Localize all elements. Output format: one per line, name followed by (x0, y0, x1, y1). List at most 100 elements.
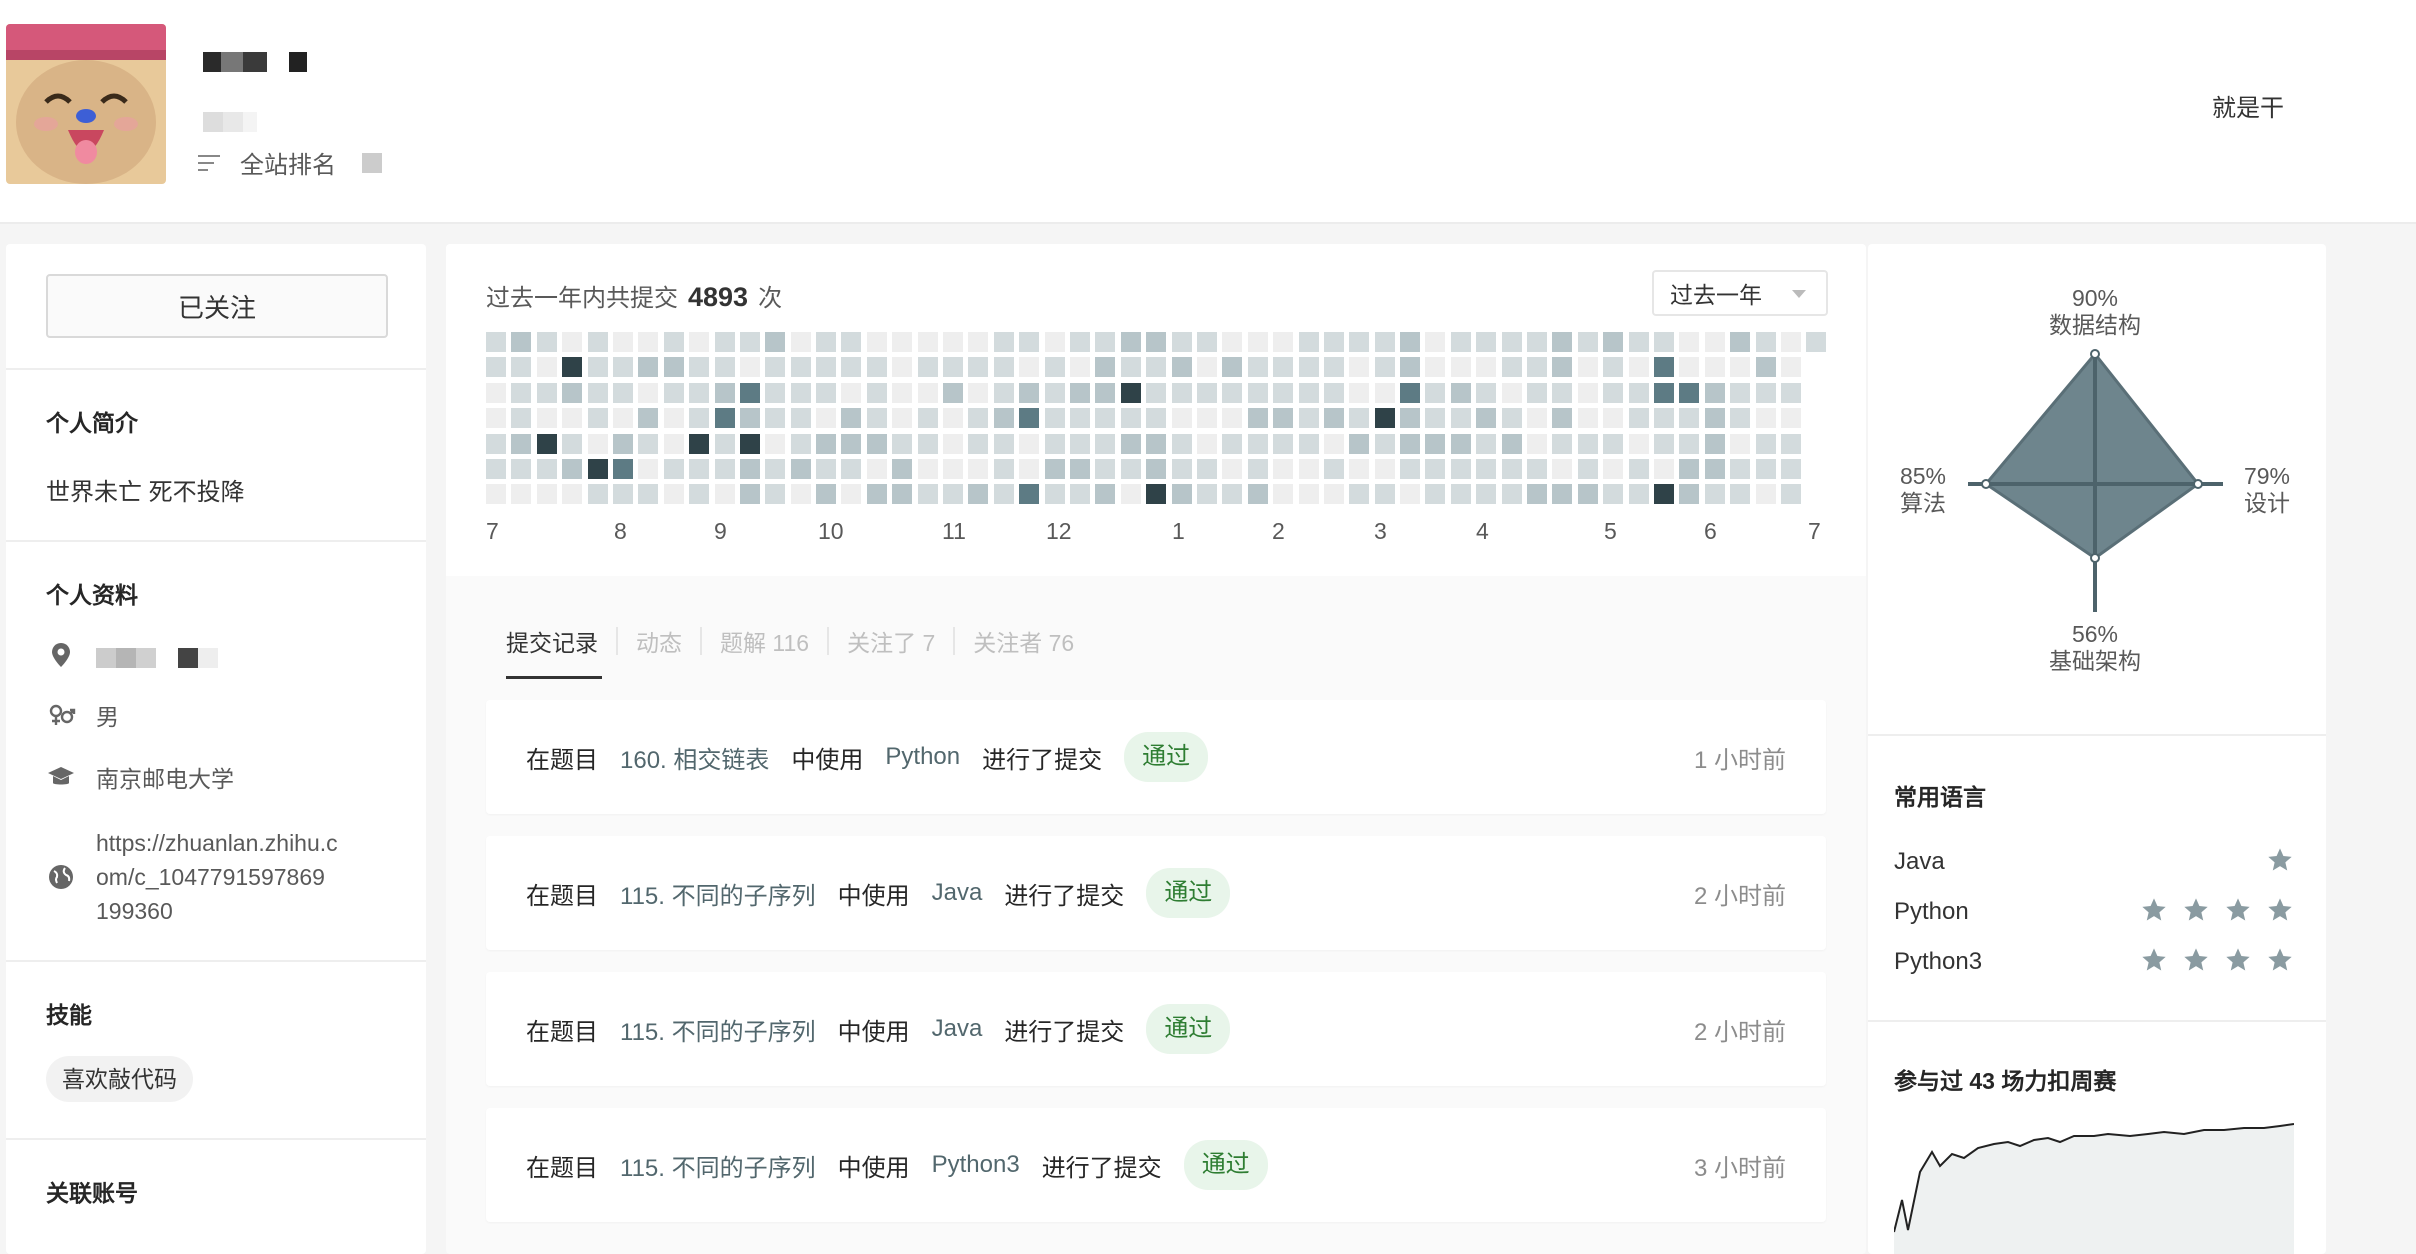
heatmap-cell[interactable] (689, 484, 710, 505)
time-range-select[interactable]: 过去一年 (1652, 270, 1828, 316)
heatmap-cell[interactable] (1323, 382, 1344, 403)
heatmap-cell[interactable] (1400, 458, 1421, 479)
heatmap-cell[interactable] (1120, 357, 1141, 378)
tab-activity[interactable]: 动态 (618, 624, 700, 658)
heatmap-cell[interactable] (841, 332, 862, 352)
heatmap-cell[interactable] (1730, 382, 1751, 403)
heatmap-cell[interactable] (638, 408, 659, 429)
heatmap-cell[interactable] (1552, 357, 1573, 378)
heatmap-cell[interactable] (1146, 332, 1167, 352)
heatmap-cell[interactable] (1603, 484, 1624, 505)
heatmap-cell[interactable] (1374, 332, 1395, 352)
heatmap-cell[interactable] (1273, 484, 1294, 505)
heatmap-cell[interactable] (536, 484, 557, 505)
heatmap-cell[interactable] (511, 484, 532, 505)
heatmap-cell[interactable] (866, 484, 887, 505)
heatmap-cell[interactable] (1476, 357, 1497, 378)
heatmap-cell[interactable] (1425, 458, 1446, 479)
heatmap-cell[interactable] (486, 357, 506, 378)
heatmap-cell[interactable] (1196, 433, 1217, 454)
heatmap-cell[interactable] (739, 433, 760, 454)
heatmap-cell[interactable] (1577, 357, 1598, 378)
heatmap-cell[interactable] (816, 382, 837, 403)
heatmap-cell[interactable] (1298, 382, 1319, 403)
heatmap-cell[interactable] (1780, 484, 1801, 505)
heatmap-cell[interactable] (917, 332, 938, 352)
heatmap-cell[interactable] (486, 408, 506, 429)
heatmap-cell[interactable] (1146, 433, 1167, 454)
heatmap-cell[interactable] (1780, 408, 1801, 429)
heatmap-cell[interactable] (1628, 484, 1649, 505)
heatmap-cell[interactable] (587, 458, 608, 479)
heatmap-cell[interactable] (663, 332, 684, 352)
heatmap-cell[interactable] (689, 382, 710, 403)
heatmap-cell[interactable] (1755, 357, 1776, 378)
heatmap-cell[interactable] (562, 332, 583, 352)
heatmap-cell[interactable] (689, 433, 710, 454)
heatmap-cell[interactable] (1069, 408, 1090, 429)
heatmap-cell[interactable] (1298, 332, 1319, 352)
heatmap-cell[interactable] (968, 408, 989, 429)
heatmap-cell[interactable] (866, 357, 887, 378)
heatmap-cell[interactable] (1323, 357, 1344, 378)
heatmap-cell[interactable] (1450, 433, 1471, 454)
heatmap-cell[interactable] (1400, 408, 1421, 429)
tab-followers[interactable]: 关注者 76 (955, 624, 1092, 658)
heatmap-cell[interactable] (486, 332, 506, 352)
heatmap-cell[interactable] (612, 408, 633, 429)
heatmap-cell[interactable] (1730, 357, 1751, 378)
heatmap-cell[interactable] (562, 484, 583, 505)
heatmap-cell[interactable] (1704, 332, 1725, 352)
heatmap-cell[interactable] (1603, 357, 1624, 378)
heatmap-cell[interactable] (663, 484, 684, 505)
heatmap-cell[interactable] (1146, 458, 1167, 479)
heatmap-cell[interactable] (1730, 433, 1751, 454)
heatmap-cell[interactable] (1019, 332, 1040, 352)
heatmap-cell[interactable] (562, 433, 583, 454)
heatmap-cell[interactable] (1755, 484, 1776, 505)
tab-submissions[interactable]: 提交记录 (506, 624, 616, 658)
heatmap-cell[interactable] (1044, 458, 1065, 479)
heatmap-cell[interactable] (1527, 408, 1548, 429)
heatmap-cell[interactable] (1171, 357, 1192, 378)
heatmap-cell[interactable] (587, 408, 608, 429)
heatmap-cell[interactable] (1146, 357, 1167, 378)
heatmap-cell[interactable] (1730, 408, 1751, 429)
heatmap-cell[interactable] (1171, 433, 1192, 454)
heatmap-cell[interactable] (612, 357, 633, 378)
submission-row[interactable]: 在题目 115. 不同的子序列 中使用 Python3 进行了提交 通过 3 小… (486, 1108, 1826, 1222)
heatmap-cell[interactable] (1476, 484, 1497, 505)
heatmap-cell[interactable] (1628, 433, 1649, 454)
heatmap-cell[interactable] (1095, 408, 1116, 429)
heatmap-cell[interactable] (638, 433, 659, 454)
heatmap-cell[interactable] (943, 433, 964, 454)
heatmap-cell[interactable] (1527, 357, 1548, 378)
heatmap-cell[interactable] (1222, 484, 1243, 505)
heatmap-cell[interactable] (1019, 357, 1040, 378)
heatmap-cell[interactable] (1120, 408, 1141, 429)
heatmap-cell[interactable] (816, 357, 837, 378)
avatar[interactable] (6, 24, 166, 184)
heatmap-cell[interactable] (968, 332, 989, 352)
status-badge[interactable]: 通过 (1146, 1004, 1231, 1054)
heatmap-cell[interactable] (739, 357, 760, 378)
heatmap-cell[interactable] (1400, 484, 1421, 505)
heatmap-cell[interactable] (1679, 332, 1700, 352)
heatmap-cell[interactable] (892, 382, 913, 403)
heatmap-cell[interactable] (1527, 433, 1548, 454)
heatmap-cell[interactable] (765, 433, 786, 454)
heatmap-cell[interactable] (1653, 433, 1674, 454)
heatmap-cell[interactable] (1146, 484, 1167, 505)
heatmap-cell[interactable] (1298, 433, 1319, 454)
heatmap-cell[interactable] (765, 357, 786, 378)
heatmap-cell[interactable] (1349, 332, 1370, 352)
submission-row[interactable]: 在题目 115. 不同的子序列 中使用 Java 进行了提交 通过 2 小时前 (486, 972, 1826, 1086)
heatmap-cell[interactable] (511, 408, 532, 429)
heatmap-cell[interactable] (1120, 433, 1141, 454)
heatmap-cell[interactable] (1450, 357, 1471, 378)
heatmap-cell[interactable] (1349, 433, 1370, 454)
heatmap-cell[interactable] (1501, 458, 1522, 479)
heatmap-cell[interactable] (1069, 433, 1090, 454)
heatmap-cell[interactable] (1273, 357, 1294, 378)
problem-link[interactable]: 115. 不同的子序列 (620, 876, 816, 911)
